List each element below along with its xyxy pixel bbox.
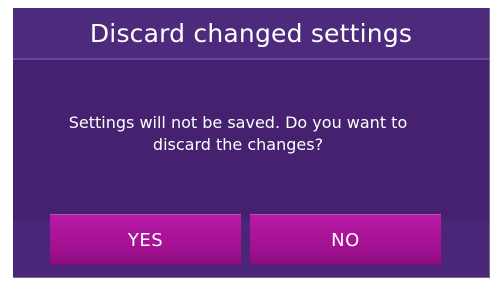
yes-button-label: YES	[127, 229, 164, 251]
dialog-message: Settings will not be saved. Do you want …	[68, 113, 408, 154]
yes-button[interactable]: YES	[50, 214, 241, 265]
no-button-label: NO	[331, 229, 360, 251]
dialog-title-bar: Discard changed settings	[13, 8, 489, 58]
dialog-title: Discard changed settings	[89, 18, 413, 48]
no-button[interactable]: NO	[250, 214, 441, 265]
